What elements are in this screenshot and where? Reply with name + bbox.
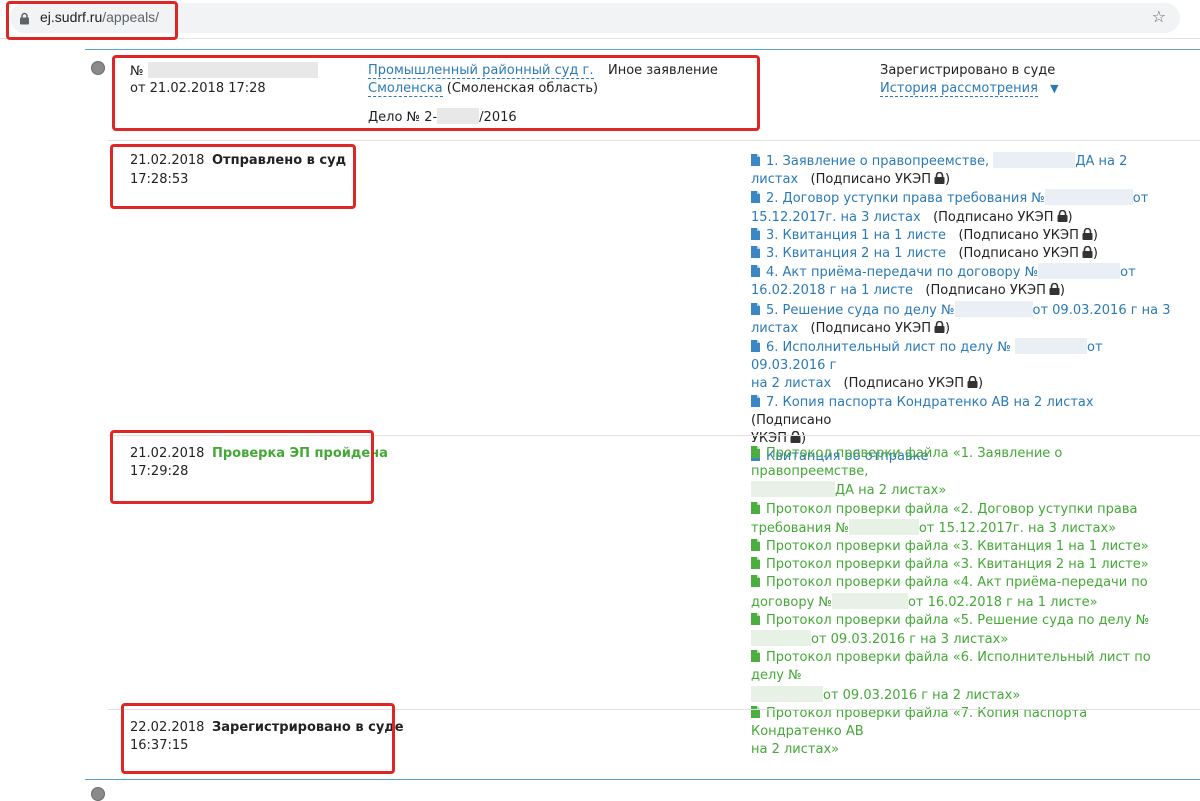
- chevron-down-icon[interactable]: ▼: [1050, 82, 1058, 95]
- protocol-item-8[interactable]: Протокол проверки файла «7. Копия паспор…: [751, 705, 1171, 760]
- file-item-6[interactable]: 5. Решение суда по делу № от 09.03.2016 г…: [751, 300, 1171, 338]
- file-icon: [751, 612, 760, 625]
- appeal-status: Зарегистрировано в суде: [880, 63, 1056, 78]
- lock-icon: [790, 431, 801, 444]
- lock-icon: [1082, 246, 1093, 259]
- file-item-4[interactable]: 3. Квитанция 2 на 1 листе (Подписано УКЭ…: [751, 245, 1171, 263]
- highlight-url: [6, 1, 178, 40]
- file-item-3[interactable]: 3. Квитанция 1 на 1 листе (Подписано УКЭ…: [751, 227, 1171, 245]
- bookmark-star-icon[interactable]: ☆: [1152, 7, 1166, 26]
- lock-icon: [934, 172, 945, 185]
- lock-icon: [1082, 227, 1093, 240]
- status-dot: [91, 61, 105, 75]
- protocol-item-4[interactable]: Протокол проверки файла «3. Квитанция 2 …: [751, 556, 1171, 574]
- lock-icon: [1057, 209, 1068, 222]
- attached-files-list: 1. Заявление о правопреемстве, ДА на 2 ли…: [751, 152, 1171, 466]
- divider-top: [85, 49, 1200, 50]
- file-item-1[interactable]: 1. Заявление о правопреемстве, ДА на 2 ли…: [751, 152, 1171, 189]
- lock-icon: [967, 376, 978, 389]
- status-dot-next: [91, 787, 105, 801]
- protocol-item-7[interactable]: Протокол проверки файла «6. Исполнительн…: [751, 649, 1171, 705]
- divider-1: [108, 140, 1200, 141]
- file-icon: [751, 394, 760, 407]
- file-icon: [751, 446, 760, 458]
- file-item-7[interactable]: 6. Исполнительный лист по делу № от 09.0…: [751, 338, 1171, 394]
- history-link[interactable]: История рассмотрения ▼: [880, 80, 1059, 98]
- highlight-event-1: [110, 144, 356, 209]
- protocol-item-1[interactable]: Протокол проверки файла «1. Заявление о …: [751, 445, 1171, 501]
- highlight-event-2: [110, 430, 374, 504]
- browser-toolbar: ej.sudrf.ru/appeals/ ☆: [0, 0, 1200, 39]
- protocol-item-3[interactable]: Протокол проверки файла «3. Квитанция 1 …: [751, 538, 1171, 556]
- file-icon: [751, 340, 760, 353]
- protocols-list: Протокол проверки файла «1. Заявление о …: [751, 445, 1171, 759]
- file-item-2[interactable]: 2. Договор уступки права требования № от 1…: [751, 189, 1171, 226]
- file-icon: [751, 575, 760, 588]
- file-icon: [751, 501, 760, 514]
- lock-icon: [1049, 283, 1060, 296]
- divider-bottom: [85, 779, 1200, 780]
- file-icon: [751, 539, 760, 552]
- file-icon: [751, 302, 760, 315]
- highlight-event-3: [121, 703, 395, 774]
- file-icon: [751, 154, 760, 166]
- file-icon: [751, 246, 760, 259]
- highlight-appeal: [112, 55, 760, 131]
- protocol-item-6[interactable]: Протокол проверки файла «5. Решение суда…: [751, 612, 1171, 649]
- protocol-item-5[interactable]: Протокол проверки файла «4. Акт приёма-п…: [751, 574, 1171, 611]
- file-icon: [751, 265, 760, 278]
- file-item-5[interactable]: 4. Акт приёма-передачи по договору № от 16…: [751, 263, 1171, 300]
- lock-icon: [934, 320, 945, 333]
- file-icon: [751, 705, 760, 718]
- address-bar[interactable]: ej.sudrf.ru/appeals/ ☆: [10, 3, 1180, 33]
- protocol-item-2[interactable]: Протокол проверки файла «2. Договор усту…: [751, 501, 1171, 538]
- file-icon: [751, 191, 760, 204]
- file-item-8[interactable]: 7. Копия паспорта Кондратенко АВ на 2 ли…: [751, 394, 1171, 449]
- file-icon: [751, 650, 760, 663]
- file-icon: [751, 557, 760, 570]
- file-icon: [751, 227, 760, 240]
